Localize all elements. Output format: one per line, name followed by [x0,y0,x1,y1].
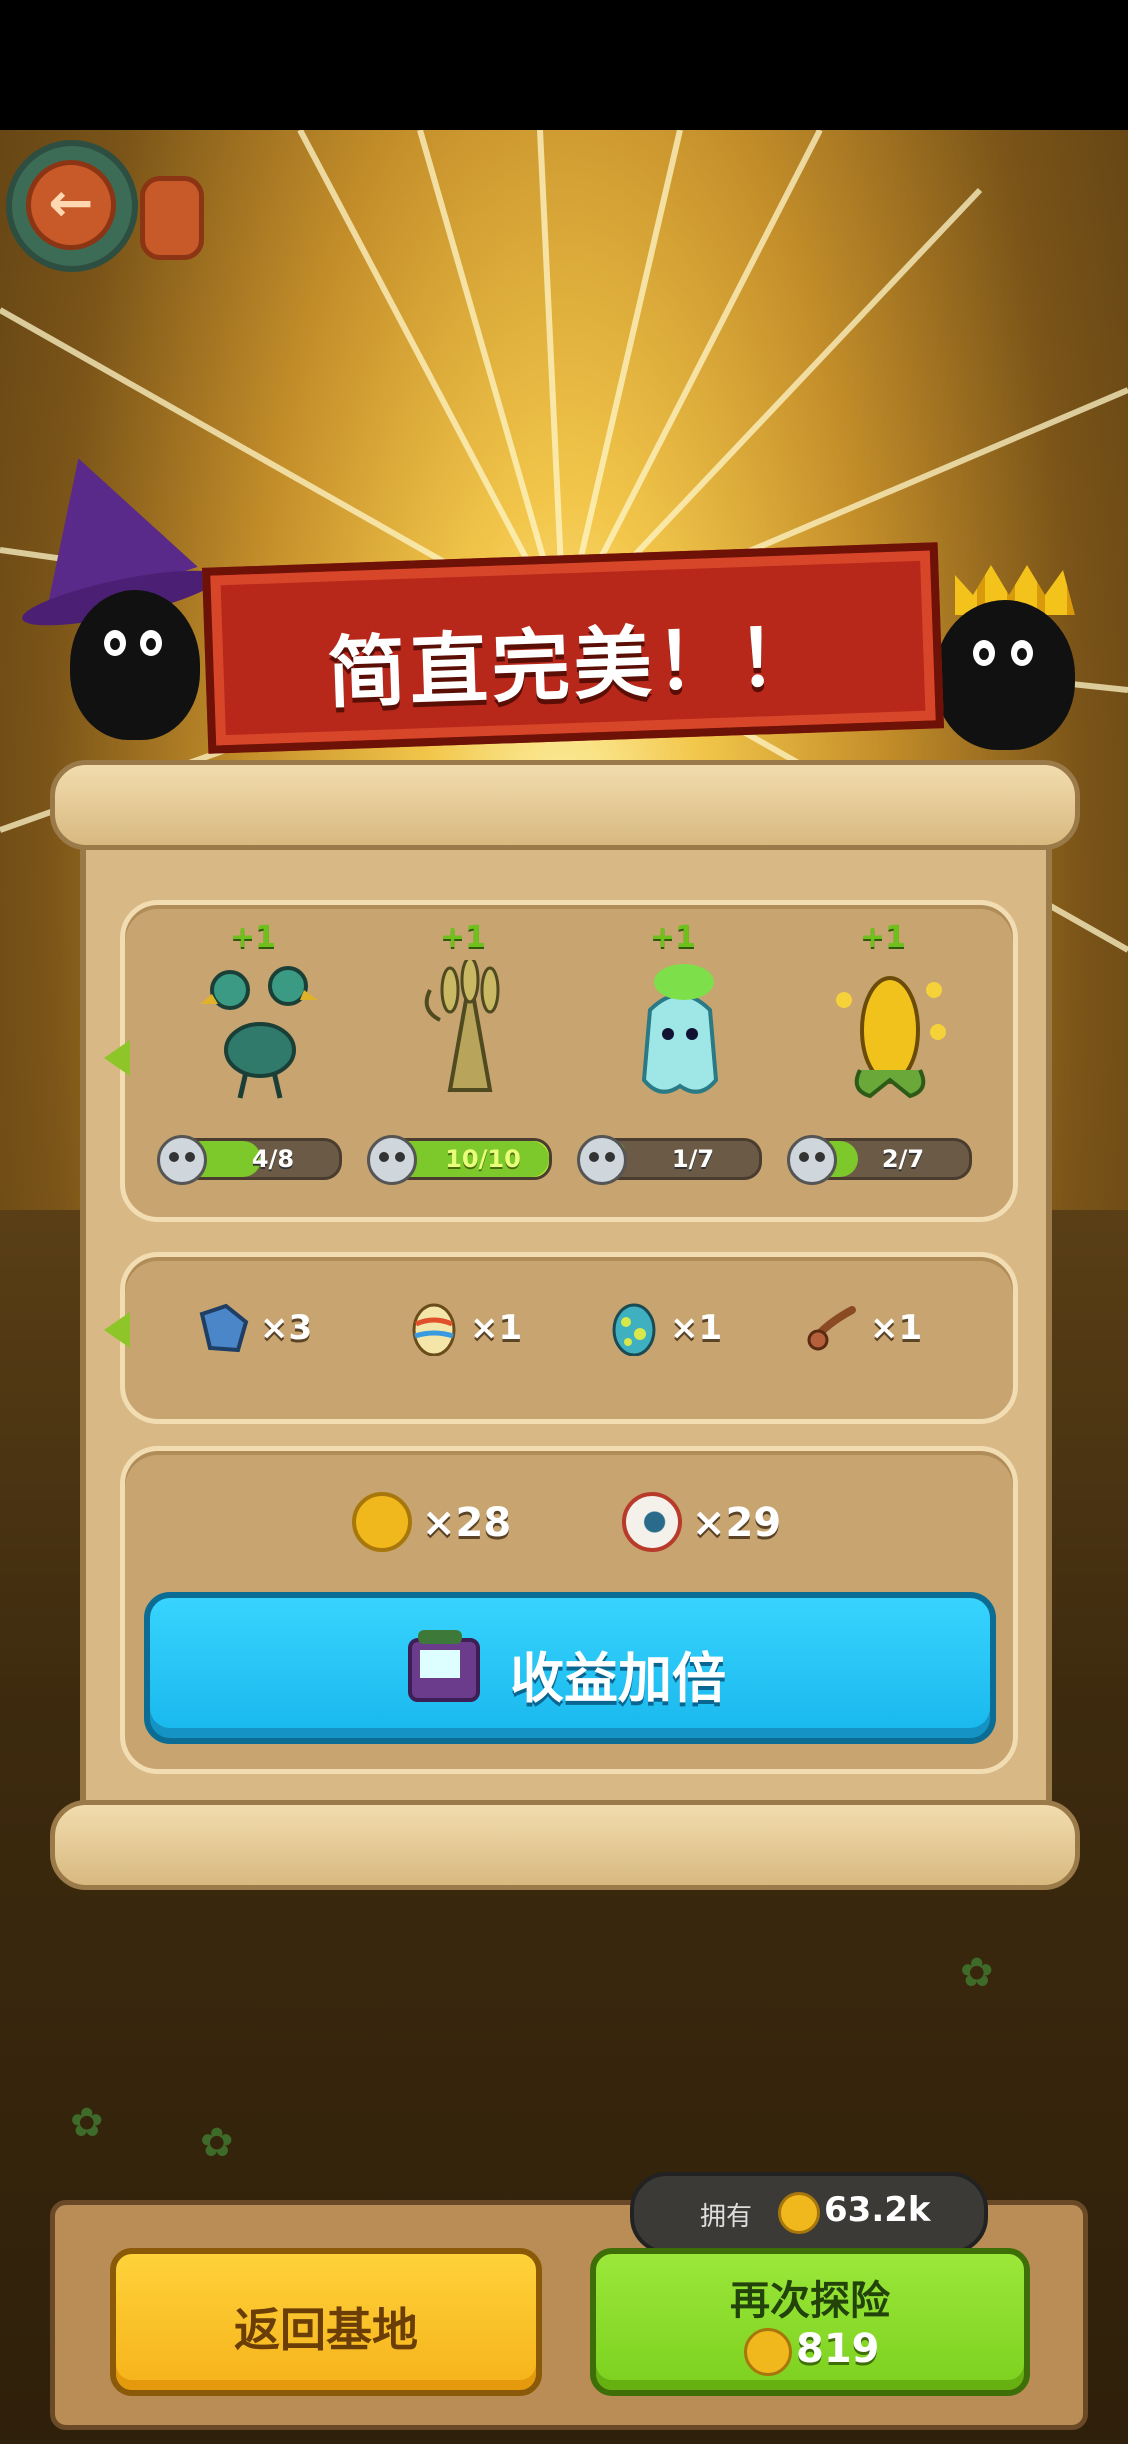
scroll-top-roll [50,760,1080,850]
back-button-tab [140,176,204,260]
explore-again-label: 再次探险 [730,2278,890,2324]
wallet-label: 拥有 [700,2202,753,2232]
wallet-amount: 63.2k [824,2190,931,2230]
progress-text: 10/10 [445,1145,521,1173]
right-mascot [935,600,1075,750]
explore-again-button[interactable]: 再次探险 819 [590,2248,1030,2396]
monster-card[interactable]: +1 2/7 [787,920,990,1190]
return-home-button[interactable]: 返回基地 [110,2248,542,2396]
corn-bees-icon [836,976,946,1099]
coin-icon [778,2192,820,2234]
result-banner: 简直完美！！ [201,542,945,754]
explore-again-cost: 819 [796,2326,880,2372]
item-qty: ×1 [870,1308,923,1348]
double-reward-label: 收益加倍 [510,1647,726,1710]
progress-text: 4/8 [251,1145,295,1173]
plus-badge: +1 [860,920,907,955]
item-panel-left-arrow-icon[interactable] [104,1312,130,1348]
skull-icon [157,1135,207,1185]
progress-bar: 2/7 [787,1135,972,1185]
two-headed-bird-icon [200,966,318,1099]
wheat-bundle-icon [424,960,500,1092]
coin-icon [352,1492,412,1552]
progress-text: 1/7 [671,1145,715,1173]
item-qty: ×3 [260,1308,313,1348]
monster-card[interactable]: +1 1/7 [577,920,780,1190]
cactus-icon: ✿ [70,2100,104,2146]
reward-qty: ×29 [692,1500,782,1546]
item-slot[interactable]: ×1 [406,1300,566,1360]
slingshot-icon [807,1306,856,1351]
cactus-icon: ✿ [200,2120,234,2166]
item-qty: ×1 [470,1308,523,1348]
scroll-bottom-roll [50,1800,1080,1890]
item-slot[interactable]: ×1 [606,1300,766,1360]
reward-qty: ×28 [422,1500,512,1546]
plus-badge: +1 [650,920,697,955]
progress-bar: 4/8 [157,1135,342,1185]
skull-icon [367,1135,417,1185]
cactus-icon: ✿ [960,1950,994,1996]
item-slot[interactable]: ×3 [196,1300,356,1360]
puzzle-piece-icon [199,1303,249,1353]
item-qty: ×1 [670,1308,723,1348]
tv-ad-icon [408,1630,480,1702]
monster-card[interactable]: +1 10/10 [367,920,570,1190]
back-button[interactable]: ← [6,140,138,272]
spotted-egg-icon [612,1303,656,1356]
progress-bar: 10/10 [367,1135,552,1185]
skull-icon [787,1135,837,1185]
coin-icon [744,2328,792,2376]
ghost-radish-icon [641,964,719,1094]
monster-panel-left-arrow-icon[interactable] [104,1040,130,1076]
progress-bar: 1/7 [577,1135,762,1185]
return-home-label: 返回基地 [234,2303,418,2357]
item-slot[interactable]: ×1 [806,1300,966,1360]
banner-title: 简直完美！！ [326,612,822,720]
skull-icon [577,1135,627,1185]
monster-card[interactable]: +1 4/8 [157,920,360,1190]
progress-text: 2/7 [881,1145,925,1173]
striped-egg-icon [412,1303,456,1356]
plus-badge: +1 [230,920,277,955]
wallet-pill: 拥有 63.2k [630,2172,988,2254]
back-arrow-icon: ← [26,160,116,250]
plus-badge: +1 [440,920,487,955]
double-reward-button[interactable]: 收益加倍 [144,1592,996,1744]
left-mascot [70,590,200,740]
eyeball-icon [622,1492,682,1552]
